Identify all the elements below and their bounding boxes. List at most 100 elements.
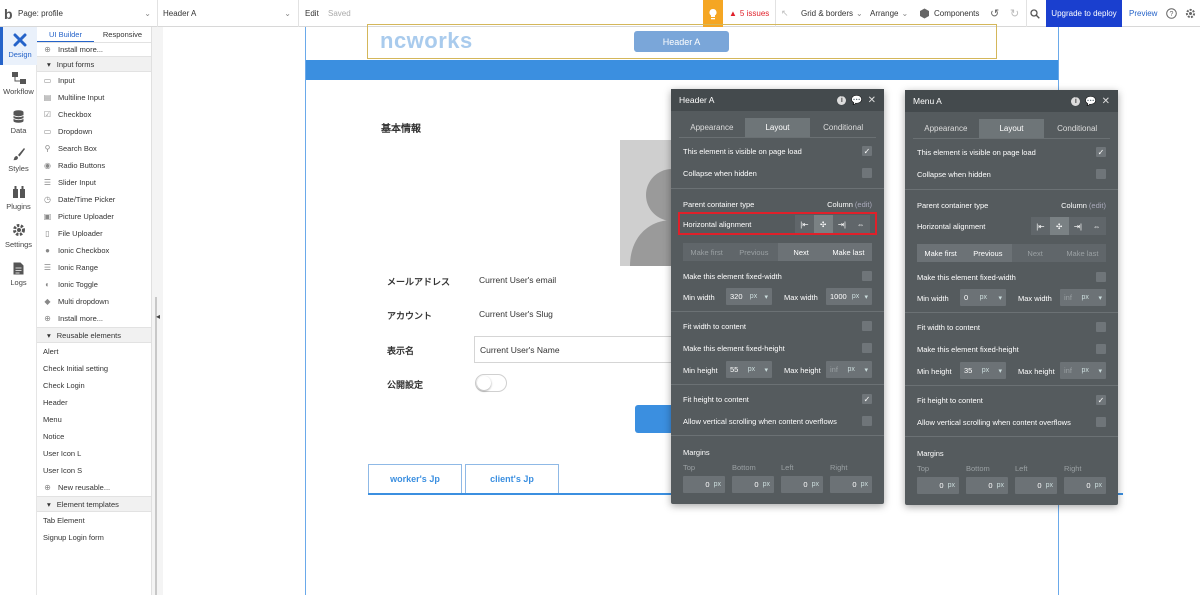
nav-workflow[interactable]: Workflow [0,65,37,103]
margin-right-input[interactable]: 0 px [830,476,872,493]
fixed-height-checkbox[interactable] [1096,344,1106,354]
palette-scrollbar[interactable]: ◂ [151,27,163,595]
parent-type-edit[interactable]: (edit) [1089,201,1106,210]
min-width-input[interactable]: 0 px ▾ [960,289,1006,306]
comment-icon[interactable]: 💬 [851,95,862,106]
upgrade-deploy-button[interactable]: Upgrade to deploy [1046,0,1122,27]
tab-layout[interactable]: Layout [978,119,1045,138]
align-stretch-icon[interactable]: ⇔ [851,215,870,233]
palette-item-file-uploader[interactable]: ▯ File Uploader [37,225,151,242]
arrange-menu[interactable]: Arrange ⌄ [870,0,908,27]
public-toggle[interactable] [475,374,507,392]
min-height-input[interactable]: 55 px ▾ [726,361,772,378]
scroll-thumb[interactable] [155,297,157,595]
bubble-logo[interactable]: b [4,0,13,27]
fixed-height-checkbox[interactable] [862,343,872,353]
fixed-width-checkbox[interactable] [1096,272,1106,282]
palette-item-radio-buttons[interactable]: ◉ Radio Buttons [37,157,151,174]
search-icon[interactable] [1030,0,1040,27]
section-input-forms[interactable]: ▾ Input forms [37,56,151,72]
reusable-user-icon-l[interactable]: User Icon L [37,445,151,462]
template-tab-element[interactable]: Tab Element [37,512,151,529]
make-last-button[interactable]: Make last [1059,244,1106,262]
palette-item-multi-dropdown[interactable]: ◆ Multi dropdown [37,293,151,310]
visible-on-load-checkbox[interactable]: ✓ [1096,147,1106,157]
fit-height-checkbox[interactable]: ✓ [1096,395,1106,405]
template-signup-login-form[interactable]: Signup Login form [37,529,151,546]
palette-item-multiline-input[interactable]: ▤ Multiline Input [37,89,151,106]
align-center-icon[interactable]: ✣ [1049,217,1069,235]
close-icon[interactable]: ✕ [1102,96,1110,107]
close-icon[interactable]: ✕ [868,95,876,106]
align-right-icon[interactable]: ⇥| [833,215,852,233]
make-first-button[interactable]: Make first [917,244,965,262]
nav-settings[interactable]: Settings [0,217,37,255]
header-a-button[interactable]: Header A [634,31,729,52]
collapse-arrow-icon[interactable]: ◂ [156,312,160,321]
min-width-input[interactable]: 320 px ▾ [726,288,772,305]
nav-plugins[interactable]: Plugins [0,179,37,217]
margin-bottom-input[interactable]: 0 px [966,477,1008,494]
reusable-notice[interactable]: Notice [37,428,151,445]
avatar-placeholder[interactable] [620,140,672,266]
redo-icon[interactable]: ↻ [1010,0,1019,27]
section-element-templates[interactable]: ▾ Element templates [37,496,151,512]
reusable-menu[interactable]: Menu [37,411,151,428]
vertical-scroll-checkbox[interactable] [1096,417,1106,427]
panel-header[interactable]: Header A i 💬 ✕ [671,89,884,111]
palette-item-slider-input[interactable]: ☰ Slider Input [37,174,151,191]
element-selector[interactable]: Header A ⌄ [163,0,293,27]
max-width-input[interactable]: inf px ▾ [1060,289,1106,306]
save-button[interactable] [635,405,671,433]
reusable-header[interactable]: Header [37,394,151,411]
tab-appearance[interactable]: Appearance [679,118,745,137]
install-more[interactable]: ⊕ Install more... [37,310,151,327]
align-stretch-icon[interactable]: ⇔ [1087,217,1106,235]
cursor-icon[interactable]: ↖ [781,0,789,27]
help-icon[interactable]: ? [1166,0,1177,27]
palette-item-date-time-picker[interactable]: ◷ Date/Time Picker [37,191,151,208]
next-button[interactable]: Next [1012,244,1059,262]
reusable-check-initial-setting[interactable]: Check Initial setting [37,360,151,377]
palette-item-checkbox[interactable]: ☑ Checkbox [37,106,151,123]
align-left-icon[interactable]: |⇤ [1031,217,1050,235]
tab-clients-jp[interactable]: client's Jp [465,464,559,493]
max-height-input[interactable]: inf px ▾ [826,361,872,378]
vertical-scroll-checkbox[interactable] [862,416,872,426]
page-selector[interactable]: Page: profile ⌄ [18,0,153,27]
collapse-hidden-checkbox[interactable] [1096,169,1106,179]
make-first-button[interactable]: Make first [683,243,730,261]
panel-header[interactable]: Menu A i 💬 ✕ [905,90,1118,112]
tab-workers-jp[interactable]: worker's Jp [368,464,462,493]
tab-conditional[interactable]: Conditional [810,118,876,137]
margin-top-input[interactable]: 0 px [917,477,959,494]
palette-item-ionic-checkbox[interactable]: ● Ionic Checkbox [37,242,151,259]
header-a-group[interactable]: ncworks Header A [367,24,997,59]
tab-responsive[interactable]: Responsive [94,27,151,42]
align-center-icon[interactable]: ✣ [813,215,833,233]
grid-borders-menu[interactable]: Grid & borders ⌄ [801,0,863,27]
max-width-input[interactable]: 1000 px ▾ [826,288,872,305]
margin-bottom-input[interactable]: 0 px [732,476,774,493]
info-icon[interactable]: i [1071,96,1081,106]
max-height-input[interactable]: inf px ▾ [1060,362,1106,379]
tab-layout[interactable]: Layout [744,118,811,137]
issues-indicator[interactable]: ▲ 5 issues [729,0,769,27]
previous-button[interactable]: Previous [964,244,1012,262]
components-button[interactable]: Components [919,0,979,27]
palette-item-ionic-range[interactable]: ☰ Ionic Range [37,259,151,276]
palette-item-ionic-toggle[interactable]: ◐ Ionic Toggle [37,276,151,293]
gear-icon[interactable] [1185,0,1196,27]
visible-on-load-checkbox[interactable]: ✓ [862,146,872,156]
fit-width-checkbox[interactable] [862,321,872,331]
reusable-check-login[interactable]: Check Login [37,377,151,394]
palette-item-search-box[interactable]: ⚲ Search Box [37,140,151,157]
margin-left-input[interactable]: 0 px [781,476,823,493]
min-height-input[interactable]: 35 px ▾ [960,362,1006,379]
logo-text[interactable]: ncworks [380,28,473,54]
margin-right-input[interactable]: 0 px [1064,477,1106,494]
margin-left-input[interactable]: 0 px [1015,477,1057,494]
fixed-width-checkbox[interactable] [862,271,872,281]
install-more-top[interactable]: ⊕ Install more... [37,43,151,56]
edit-menu[interactable]: Edit [305,0,319,27]
